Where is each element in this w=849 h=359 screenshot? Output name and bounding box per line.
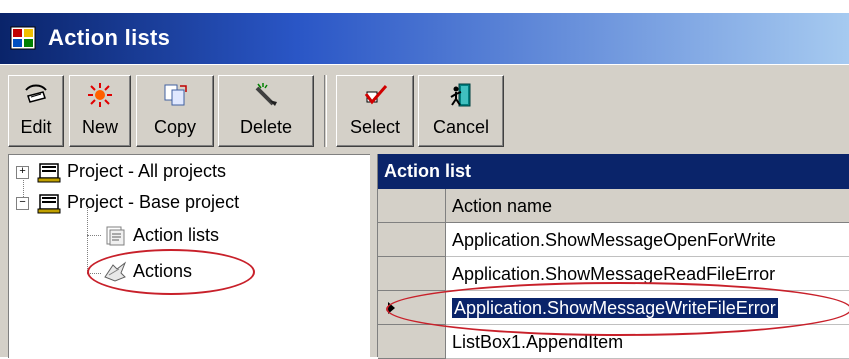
- action-name-cell[interactable]: ListBox1.AppendItem: [446, 325, 849, 359]
- cancel-label: Cancel: [432, 117, 490, 137]
- grid-header-row: Action name: [378, 189, 849, 223]
- column-header-action-name[interactable]: Action name: [446, 189, 849, 223]
- delete-icon: [255, 83, 277, 106]
- row-indicator[interactable]: [378, 325, 446, 359]
- tree-item-label: Actions: [133, 261, 193, 281]
- row-indicator[interactable]: [378, 223, 446, 257]
- cancel-icon: [450, 83, 471, 107]
- tree-item-label: Project - All projects: [67, 161, 227, 181]
- table-row[interactable]: Application.ShowMessageOpenForWrite: [378, 223, 849, 257]
- tree-item-action-lists[interactable]: Action lists: [103, 221, 219, 249]
- delete-button[interactable]: Delete: [218, 75, 314, 147]
- project-icon: [37, 194, 61, 214]
- panel-splitter[interactable]: [370, 154, 377, 357]
- action-list-grid[interactable]: Action list Action name Application.Show…: [377, 154, 849, 359]
- collapse-icon[interactable]: −: [16, 197, 29, 210]
- title-bar[interactable]: Action lists: [0, 13, 849, 64]
- toolbar-separator: [324, 75, 327, 147]
- row-indicator[interactable]: [378, 291, 446, 325]
- new-button[interactable]: New: [69, 75, 131, 147]
- content-area: + Project - All projects − Project - Bas…: [0, 150, 849, 359]
- action-lists-icon: [106, 226, 125, 246]
- copy-icon: [164, 84, 187, 106]
- app-icon: [10, 26, 36, 50]
- grid-caption: Action list: [378, 154, 849, 189]
- edit-label: Edit: [20, 117, 52, 137]
- action-name-cell[interactable]: Application.ShowMessageWriteFileError: [446, 291, 849, 325]
- current-row-pointer-icon: [388, 302, 395, 314]
- tree-line: [87, 273, 101, 274]
- tree-item-label: Action lists: [133, 225, 220, 245]
- actions-icon: [104, 261, 127, 282]
- table-row[interactable]: Application.ShowMessageReadFileError: [378, 257, 849, 291]
- row-indicator: [378, 189, 446, 223]
- cancel-button[interactable]: Cancel: [418, 75, 504, 147]
- tree-line: [87, 235, 101, 236]
- action-lists-window: Action lists Edit New Copy Delete Select…: [0, 0, 849, 359]
- top-strip: [0, 0, 849, 13]
- row-indicator[interactable]: [378, 257, 446, 291]
- action-name-cell[interactable]: Application.ShowMessageReadFileError: [446, 257, 849, 291]
- select-icon: [364, 85, 388, 105]
- toolbar: Edit New Copy Delete Select Cancel: [0, 64, 849, 151]
- table-row[interactable]: ListBox1.AppendItem: [378, 325, 849, 359]
- select-label: Select: [349, 117, 401, 137]
- window-title: Action lists: [48, 25, 171, 50]
- select-button[interactable]: Select: [336, 75, 414, 147]
- project-icon: [37, 163, 61, 183]
- action-name-cell[interactable]: Application.ShowMessageOpenForWrite: [446, 223, 849, 257]
- edit-button[interactable]: Edit: [8, 75, 64, 147]
- delete-label: Delete: [239, 117, 293, 137]
- tree-item-label: Project - Base project: [67, 192, 240, 212]
- new-icon: [88, 83, 112, 107]
- copy-label: Copy: [153, 117, 197, 137]
- expand-icon[interactable]: +: [16, 166, 29, 179]
- tree-item-actions[interactable]: Actions: [103, 257, 192, 285]
- selected-action-name: Application.ShowMessageWriteFileError: [452, 298, 778, 318]
- new-label: New: [81, 117, 118, 137]
- edit-icon: [25, 84, 47, 103]
- copy-button[interactable]: Copy: [136, 75, 214, 147]
- table-row-selected[interactable]: Application.ShowMessageWriteFileError: [378, 291, 849, 325]
- project-tree[interactable]: + Project - All projects − Project - Bas…: [8, 154, 371, 358]
